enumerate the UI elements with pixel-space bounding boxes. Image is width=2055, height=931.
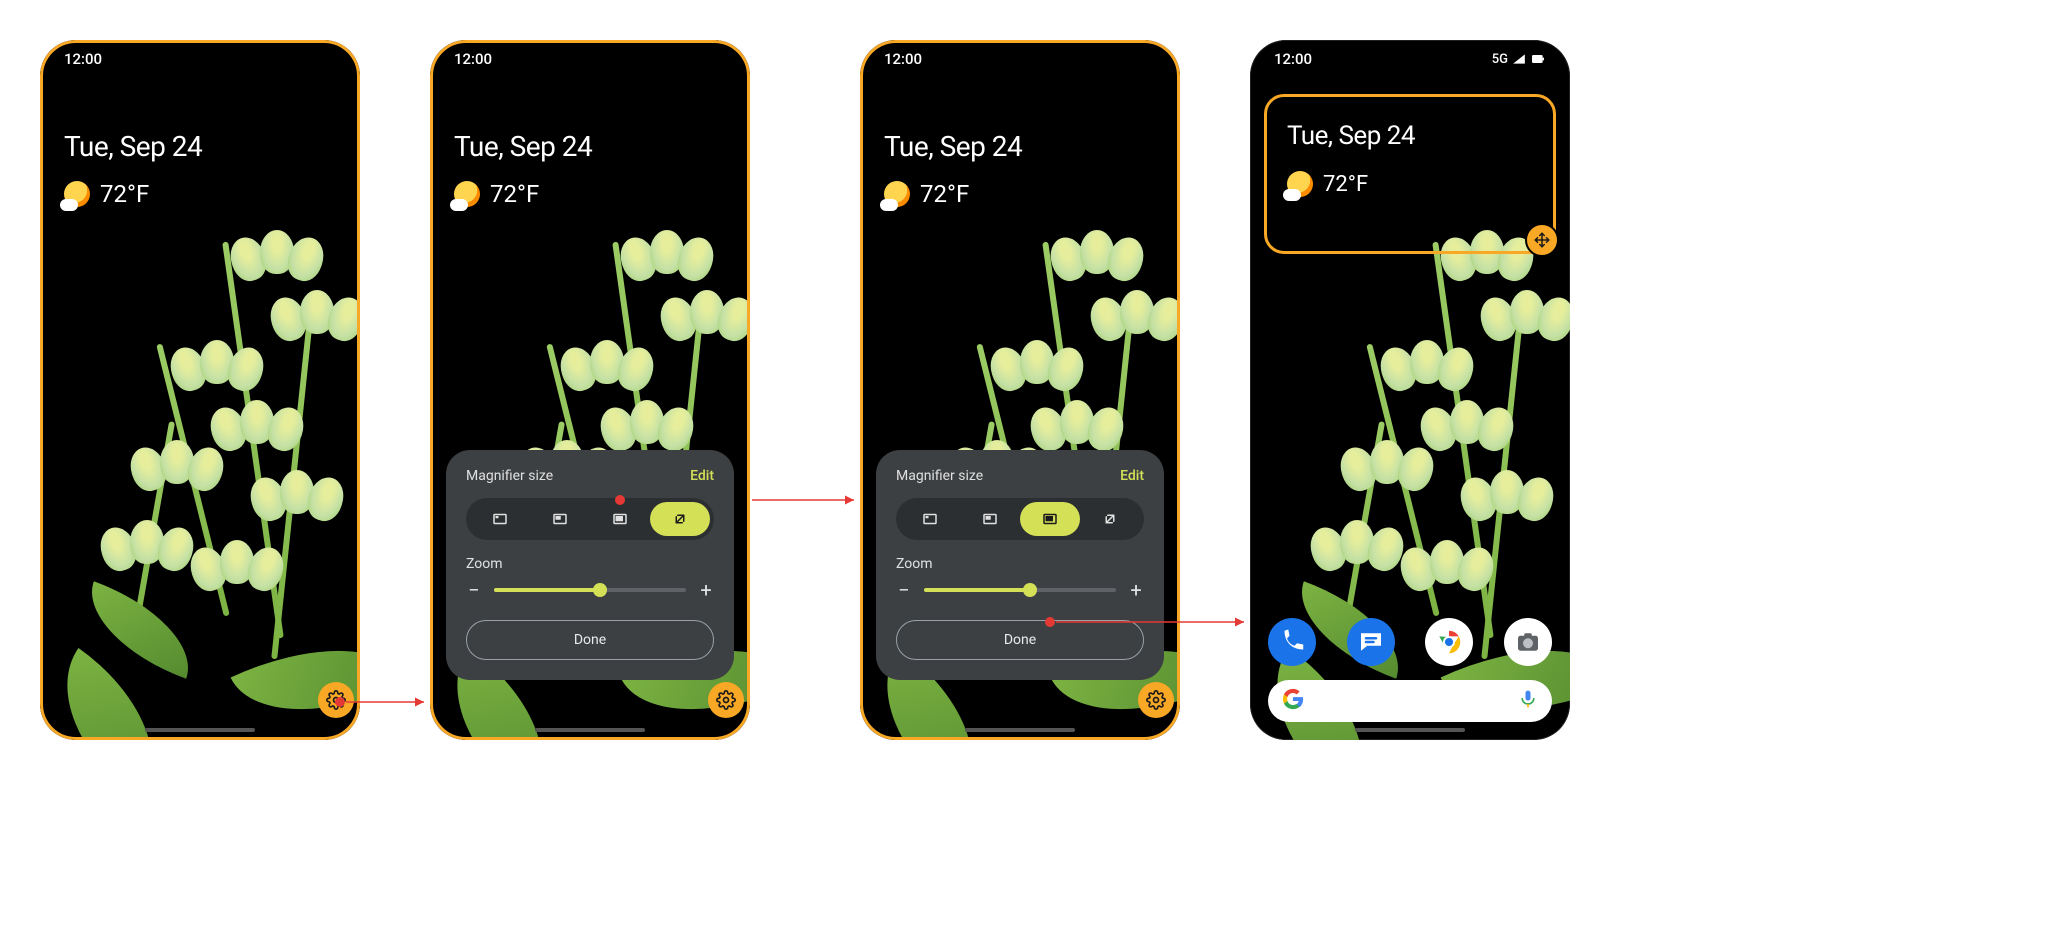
zoom-slider[interactable]: [924, 588, 1116, 592]
gesture-nav-bar[interactable]: [145, 728, 255, 732]
gesture-nav-bar[interactable]: [965, 728, 1075, 732]
panel-title: Magnifier size: [466, 468, 553, 484]
zoom-in-button[interactable]: +: [1128, 578, 1144, 602]
gesture-nav-bar[interactable]: [1355, 728, 1465, 732]
magnifier-window[interactable]: Tue, Sep 24 72°F: [1264, 94, 1556, 254]
flow-arrow: [742, 490, 864, 510]
touch-indicator: [615, 495, 625, 505]
chrome-app-icon[interactable]: [1425, 618, 1473, 666]
panel-title: Magnifier size: [896, 468, 983, 484]
weather-icon: [884, 181, 910, 207]
search-bar[interactable]: [1268, 680, 1552, 722]
magnifier-size-segmented: [896, 498, 1144, 540]
size-large-option[interactable]: [590, 502, 650, 536]
size-small-option[interactable]: [900, 502, 960, 536]
edit-button[interactable]: Edit: [1120, 468, 1144, 484]
zoom-in-button[interactable]: +: [698, 578, 714, 602]
flow-arrow: [1046, 612, 1254, 632]
zoom-out-button[interactable]: −: [896, 578, 912, 602]
date-widget: Tue, Sep 24: [64, 130, 202, 163]
temperature: 72°F: [490, 180, 539, 208]
zoom-label: Zoom: [466, 556, 714, 572]
zoom-slider[interactable]: [494, 588, 686, 592]
done-button[interactable]: Done: [466, 620, 714, 660]
zoom-out-button[interactable]: −: [466, 578, 482, 602]
gesture-nav-bar[interactable]: [535, 728, 645, 732]
phone-screen-2: 12:00 Tue, Sep 24 72°F Magnifier size Edit Zo…: [430, 40, 750, 740]
edit-button[interactable]: Edit: [690, 468, 714, 484]
status-bar: 12:00: [884, 50, 1156, 68]
google-g-icon: [1282, 688, 1304, 714]
status-clock: 12:00: [64, 50, 102, 68]
messages-app-icon[interactable]: [1347, 618, 1395, 666]
weather-widget[interactable]: 72°F: [1287, 171, 1368, 197]
magnifier-panel: Magnifier size Edit Zoom − + Done: [446, 450, 734, 680]
magnifier-settings-button[interactable]: [708, 682, 744, 718]
weather-icon: [454, 181, 480, 207]
magnifier-settings-button[interactable]: [1138, 682, 1174, 718]
temperature: 72°F: [1323, 172, 1368, 197]
date-widget: Tue, Sep 24: [454, 130, 592, 163]
status-clock: 12:00: [1274, 50, 1312, 68]
date-widget: Tue, Sep 24: [1287, 121, 1415, 151]
size-fullscreen-option[interactable]: [650, 502, 710, 536]
date-widget: Tue, Sep 24: [884, 130, 1022, 163]
phone-screen-3: 12:00 Tue, Sep 24 72°F Magnifier size Edit Zo…: [860, 40, 1180, 740]
phone-app-icon[interactable]: [1268, 618, 1316, 666]
status-bar: 12:00: [454, 50, 726, 68]
weather-icon: [64, 181, 90, 207]
status-clock: 12:00: [454, 50, 492, 68]
magnifier-panel: Magnifier sizeEditZoom−+Done: [876, 450, 1164, 680]
weather-widget[interactable]: 72°F: [884, 180, 969, 208]
size-large-option[interactable]: [1020, 502, 1080, 536]
move-magnifier-button[interactable]: [1525, 223, 1559, 257]
weather-icon: [1287, 171, 1313, 197]
size-fullscreen-option[interactable]: [1080, 502, 1140, 536]
zoom-label: Zoom: [896, 556, 1144, 572]
network-label: 5G: [1492, 52, 1508, 67]
status-bar: 12:00 5G: [1274, 50, 1546, 68]
size-medium-option[interactable]: [530, 502, 590, 536]
temperature: 72°F: [100, 180, 149, 208]
status-clock: 12:00: [884, 50, 922, 68]
phone-screen-4: 12:00 5G Tue, Sep 24 72°F: [1250, 40, 1570, 740]
weather-widget[interactable]: 72°F: [64, 180, 149, 208]
mic-icon[interactable]: [1518, 689, 1538, 713]
camera-app-icon[interactable]: [1504, 618, 1552, 666]
magnifier-size-segmented: [466, 498, 714, 540]
flow-arrow: [336, 692, 434, 712]
touch-indicator: [335, 697, 345, 707]
weather-widget[interactable]: 72°F: [454, 180, 539, 208]
size-small-option[interactable]: [470, 502, 530, 536]
touch-indicator: [1045, 617, 1055, 627]
size-medium-option[interactable]: [960, 502, 1020, 536]
status-bar: 12:00: [64, 50, 336, 68]
temperature: 72°F: [920, 180, 969, 208]
phone-screen-1: 12:00 Tue, Sep 24 72°F: [40, 40, 360, 740]
dock: [1268, 614, 1552, 670]
